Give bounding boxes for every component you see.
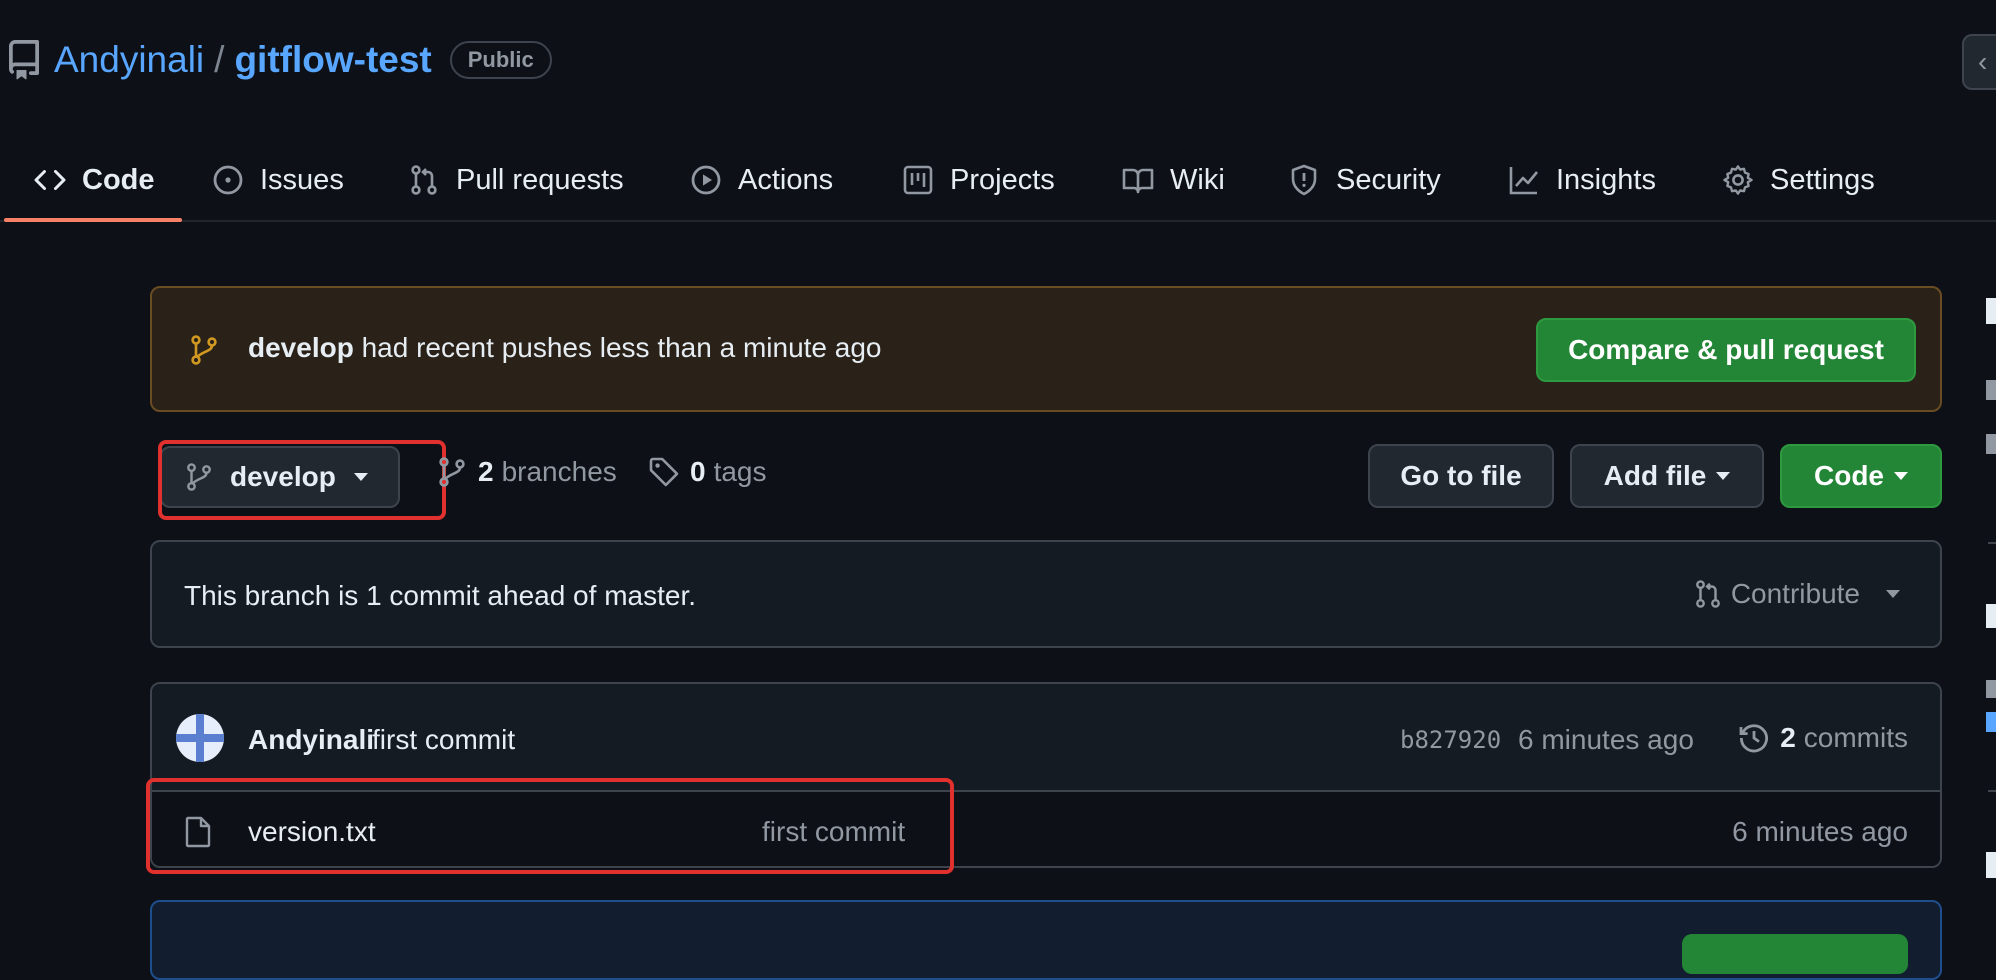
chevron-down-icon bbox=[1894, 472, 1908, 480]
tab-label: Settings bbox=[1770, 163, 1875, 196]
repo-owner-link[interactable]: Andyinali bbox=[54, 39, 204, 81]
repo-name-link[interactable]: gitflow-test bbox=[234, 39, 431, 81]
add-readme-button[interactable] bbox=[1682, 934, 1908, 974]
tags-count: 0 bbox=[690, 456, 706, 487]
tab-label: Wiki bbox=[1170, 163, 1225, 196]
repo-header: Andyinali / gitflow-test Public bbox=[0, 28, 552, 92]
highlight-box-branch bbox=[158, 440, 446, 520]
tab-actions[interactable]: Actions bbox=[690, 138, 833, 222]
pull-request-icon bbox=[1695, 580, 1720, 608]
commit-author[interactable]: Andyinali bbox=[248, 724, 374, 756]
add-file-button[interactable]: Add file bbox=[1570, 444, 1764, 508]
code-icon bbox=[34, 169, 66, 191]
header-action-button[interactable]: ‹ bbox=[1962, 34, 1996, 90]
go-to-file-button[interactable]: Go to file bbox=[1368, 444, 1554, 508]
commit-time: 6 minutes ago bbox=[1518, 724, 1694, 755]
git-branch-icon bbox=[191, 335, 217, 365]
branches-link[interactable]: 2 branches bbox=[436, 456, 617, 488]
pushed-branch-name[interactable]: develop bbox=[248, 332, 354, 363]
tab-insights[interactable]: Insights bbox=[1508, 138, 1656, 222]
commits-label: commits bbox=[1803, 722, 1908, 753]
tab-label: Security bbox=[1336, 163, 1441, 196]
tab-settings[interactable]: Settings bbox=[1722, 138, 1875, 222]
highlight-box-file bbox=[146, 778, 954, 874]
git-branch-icon bbox=[439, 457, 465, 487]
sidebar-fragment bbox=[1986, 852, 1996, 878]
recent-push-message: develop had recent pushes less than a mi… bbox=[248, 332, 882, 364]
sidebar-divider bbox=[1988, 542, 1996, 544]
active-tab-indicator bbox=[4, 218, 182, 222]
tab-security[interactable]: Security bbox=[1288, 138, 1441, 222]
tab-wiki[interactable]: Wiki bbox=[1122, 138, 1225, 222]
branches-label: branches bbox=[501, 456, 617, 487]
commits-count: 2 bbox=[1780, 722, 1796, 753]
branches-count: 2 bbox=[478, 456, 494, 487]
tab-label: Pull requests bbox=[456, 163, 624, 196]
file-time: 6 minutes ago bbox=[1732, 816, 1908, 847]
branch-comparison-box: This branch is 1 commit ahead of master.… bbox=[150, 540, 1942, 648]
latest-commit-row: Andyinali first commit b827920 6 minutes… bbox=[152, 684, 1940, 792]
readme-prompt-box bbox=[150, 900, 1942, 980]
issue-icon bbox=[213, 165, 243, 195]
tags-label: tags bbox=[713, 456, 767, 487]
tab-projects[interactable]: Projects bbox=[902, 138, 1055, 222]
tags-link[interactable]: 0 tags bbox=[648, 456, 767, 488]
tab-label: Issues bbox=[260, 163, 344, 196]
chevron-left-icon: ‹ bbox=[1978, 46, 1988, 77]
commit-sha[interactable]: b827920 bbox=[1400, 726, 1501, 754]
repo-icon bbox=[8, 40, 39, 80]
tab-label: Projects bbox=[950, 163, 1055, 196]
sidebar-fragment bbox=[1986, 604, 1996, 628]
tab-issues[interactable]: Issues bbox=[212, 138, 344, 222]
path-separator: / bbox=[214, 39, 225, 80]
shield-icon bbox=[1291, 164, 1317, 196]
sidebar-fragment bbox=[1986, 380, 1996, 400]
compare-pull-request-button[interactable]: Compare & pull request bbox=[1536, 318, 1916, 382]
tab-label: Actions bbox=[738, 163, 834, 196]
history-icon bbox=[1739, 724, 1769, 753]
ahead-status-text: This branch is 1 commit ahead of master. bbox=[184, 580, 696, 611]
code-button[interactable]: Code bbox=[1780, 444, 1942, 508]
code-button-label: Code bbox=[1814, 460, 1884, 491]
play-icon bbox=[691, 165, 721, 195]
sidebar-fragment bbox=[1986, 680, 1996, 698]
contribute-label: Contribute bbox=[1730, 578, 1860, 609]
project-icon bbox=[903, 165, 933, 195]
push-message-text: had recent pushes less than a minute ago bbox=[353, 332, 882, 363]
sidebar-divider bbox=[1988, 790, 1996, 792]
pull-request-icon bbox=[411, 165, 437, 195]
chevron-down-icon bbox=[1886, 590, 1900, 598]
tab-code[interactable]: Code bbox=[34, 138, 155, 222]
chevron-down-icon bbox=[1716, 472, 1731, 480]
commits-history-link[interactable]: 2 commits bbox=[1738, 722, 1908, 754]
tab-label: Insights bbox=[1556, 163, 1656, 196]
gear-icon bbox=[1723, 165, 1753, 195]
sidebar-fragment bbox=[1986, 434, 1996, 454]
repo-nav-tabs: Code Issues Pull requests Actions Projec… bbox=[0, 138, 1996, 222]
tag-icon bbox=[649, 457, 679, 487]
tab-label: Code bbox=[82, 163, 155, 196]
sidebar-fragment bbox=[1986, 298, 1996, 324]
commit-message[interactable]: first commit bbox=[372, 724, 515, 756]
avatar[interactable] bbox=[176, 714, 224, 762]
visibility-badge: Public bbox=[449, 41, 552, 79]
graph-icon bbox=[1509, 167, 1539, 195]
sidebar-fragment bbox=[1986, 712, 1996, 732]
book-icon bbox=[1122, 168, 1154, 194]
add-file-label: Add file bbox=[1603, 460, 1707, 491]
contribute-dropdown[interactable]: Contribute bbox=[1693, 578, 1900, 610]
tab-pull-requests[interactable]: Pull requests bbox=[408, 138, 624, 222]
